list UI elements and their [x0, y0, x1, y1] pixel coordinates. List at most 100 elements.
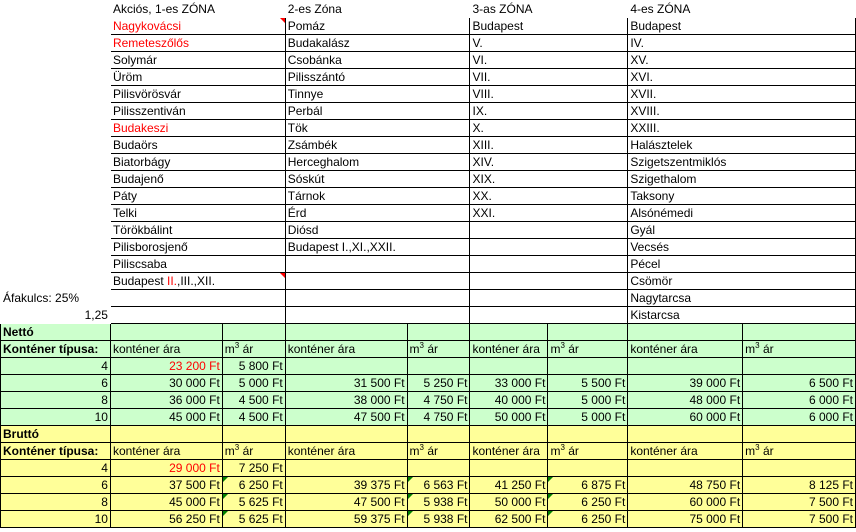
zone-1-header[interactable]: Akciós, 1-es ZÓNA: [110, 1, 285, 18]
container-type-label[interactable]: Konténer típusa:: [0, 340, 111, 358]
section-title[interactable]: Bruttó: [0, 425, 111, 443]
zone-1-city[interactable]: Biatorbágy: [109, 153, 286, 171]
zone-1-city[interactable]: Remeteszőlős: [109, 34, 286, 52]
container-size[interactable]: 8: [0, 391, 111, 409]
container-price[interactable]: 41 250 Ft: [469, 476, 549, 494]
m3-price[interactable]: 5 625 Ft: [221, 493, 286, 511]
zone-3-district[interactable]: VIII.: [469, 85, 629, 103]
zone-3-header[interactable]: 3-as ZÓNA: [470, 1, 628, 18]
zone-2-city[interactable]: Budakalász: [284, 34, 471, 52]
zone-1-city[interactable]: Budaörs: [109, 136, 286, 154]
m3-price[interactable]: 4 500 Ft: [221, 391, 286, 409]
m3-price[interactable]: [742, 459, 856, 477]
zone-3-district[interactable]: VI.: [469, 51, 629, 69]
zone-3-district[interactable]: XXI.: [469, 204, 629, 222]
container-price[interactable]: 40 000 Ft: [469, 391, 549, 409]
cell[interactable]: [284, 323, 408, 341]
zone-2-city[interactable]: [284, 272, 471, 290]
zone-1-city[interactable]: Pilisszentiván: [109, 102, 286, 120]
container-price-header[interactable]: konténer ára: [284, 340, 408, 358]
zone-2-header[interactable]: 2-es Zóna: [285, 1, 470, 18]
m3-price[interactable]: 6 250 Ft: [221, 476, 286, 494]
zone-2-city[interactable]: Budapest I.,XI.,XXII.: [284, 238, 471, 256]
container-price[interactable]: 31 500 Ft: [284, 374, 408, 392]
container-price[interactable]: 48 750 Ft: [627, 476, 744, 494]
cell[interactable]: [109, 323, 223, 341]
zone-4-city[interactable]: Alsónémedi: [627, 204, 856, 222]
zone-3-district[interactable]: VII.: [469, 68, 629, 86]
zone-1-city[interactable]: Budajenő: [109, 170, 286, 188]
cell[interactable]: [469, 323, 549, 341]
cell[interactable]: [742, 425, 856, 443]
cell[interactable]: [1, 137, 111, 154]
cell[interactable]: [627, 323, 744, 341]
cell[interactable]: [406, 425, 471, 443]
container-price[interactable]: [284, 459, 408, 477]
container-size[interactable]: 6: [0, 374, 111, 392]
vat-label[interactable]: Áfakulcs: 25%: [1, 290, 111, 307]
container-price[interactable]: 45 000 Ft: [109, 493, 223, 511]
container-price[interactable]: 36 000 Ft: [109, 391, 223, 409]
zone-1-city[interactable]: Pilisborosjenő: [109, 238, 286, 256]
container-price[interactable]: [627, 459, 744, 477]
zone-3-district[interactable]: IX.: [469, 102, 629, 120]
m3-price[interactable]: [547, 459, 629, 477]
zone-1-city[interactable]: Solymár: [109, 51, 286, 69]
zone-2-city[interactable]: Diósd: [284, 221, 471, 239]
container-price[interactable]: 60 000 Ft: [627, 493, 744, 511]
container-price[interactable]: 23 200 Ft: [109, 357, 223, 375]
m3-price[interactable]: 4 750 Ft: [406, 408, 471, 426]
zone-1-city[interactable]: Üröm: [109, 68, 286, 86]
cell[interactable]: [1, 1, 111, 18]
container-size[interactable]: 6: [0, 476, 111, 494]
zone-3-district[interactable]: [469, 238, 629, 256]
zone-4-header[interactable]: 4-es ZÓNA: [628, 1, 856, 18]
container-size[interactable]: 4: [0, 459, 111, 477]
zone-2-city[interactable]: Sóskút: [284, 170, 471, 188]
zone-4-city[interactable]: Taksony: [627, 187, 856, 205]
m3-price-header[interactable]: m3 ár: [742, 340, 856, 358]
cell[interactable]: [1, 103, 111, 120]
container-price[interactable]: 38 000 Ft: [284, 391, 408, 409]
m3-price[interactable]: 8 125 Ft: [742, 476, 856, 494]
cell[interactable]: [221, 323, 286, 341]
cell[interactable]: [1, 222, 111, 239]
zone-2-city[interactable]: Tinnye: [284, 85, 471, 103]
cell[interactable]: [1, 35, 111, 52]
cell[interactable]: [1, 256, 111, 273]
zone-1-city[interactable]: Telki: [109, 204, 286, 222]
container-price[interactable]: [284, 357, 408, 375]
zone-3-district[interactable]: [469, 306, 629, 324]
m3-price[interactable]: 5 800 Ft: [221, 357, 286, 375]
container-price[interactable]: 59 375 Ft: [284, 510, 408, 528]
m3-price[interactable]: 5 250 Ft: [406, 374, 471, 392]
zone-3-district[interactable]: X.: [469, 119, 629, 137]
zone-4-city[interactable]: Vecsés: [627, 238, 856, 256]
cell[interactable]: [1, 239, 111, 256]
zone-4-city[interactable]: XVIII.: [627, 102, 856, 120]
container-size[interactable]: 10: [0, 510, 111, 528]
container-price[interactable]: 62 500 Ft: [469, 510, 549, 528]
container-price[interactable]: 56 250 Ft: [109, 510, 223, 528]
zone-3-district[interactable]: V.: [469, 34, 629, 52]
zone-2-city[interactable]: Tök: [284, 119, 471, 137]
vat-factor[interactable]: 1,25: [1, 307, 111, 324]
zone-4-city[interactable]: XXIII.: [627, 119, 856, 137]
container-price[interactable]: 30 000 Ft: [109, 374, 223, 392]
m3-price[interactable]: 5 000 Ft: [221, 374, 286, 392]
zone-3-district[interactable]: XIX.: [469, 170, 629, 188]
zone-3-district[interactable]: XIII.: [469, 136, 629, 154]
container-price[interactable]: 39 000 Ft: [627, 374, 744, 392]
zone-1-city[interactable]: Törökbálint: [109, 221, 286, 239]
zone-4-city[interactable]: Gyál: [627, 221, 856, 239]
zone-3-district[interactable]: [469, 289, 629, 307]
zone-2-city[interactable]: Zsámbék: [284, 136, 471, 154]
m3-price[interactable]: [406, 357, 471, 375]
m3-price[interactable]: 6 000 Ft: [742, 391, 856, 409]
zone-4-city[interactable]: Nagytarcsa: [627, 289, 856, 307]
m3-price[interactable]: 7 500 Ft: [742, 493, 856, 511]
zone-4-city[interactable]: Csömör: [627, 272, 856, 290]
container-price[interactable]: 75 000 Ft: [627, 510, 744, 528]
container-price[interactable]: 37 500 Ft: [109, 476, 223, 494]
m3-price[interactable]: 6 250 Ft: [547, 493, 629, 511]
